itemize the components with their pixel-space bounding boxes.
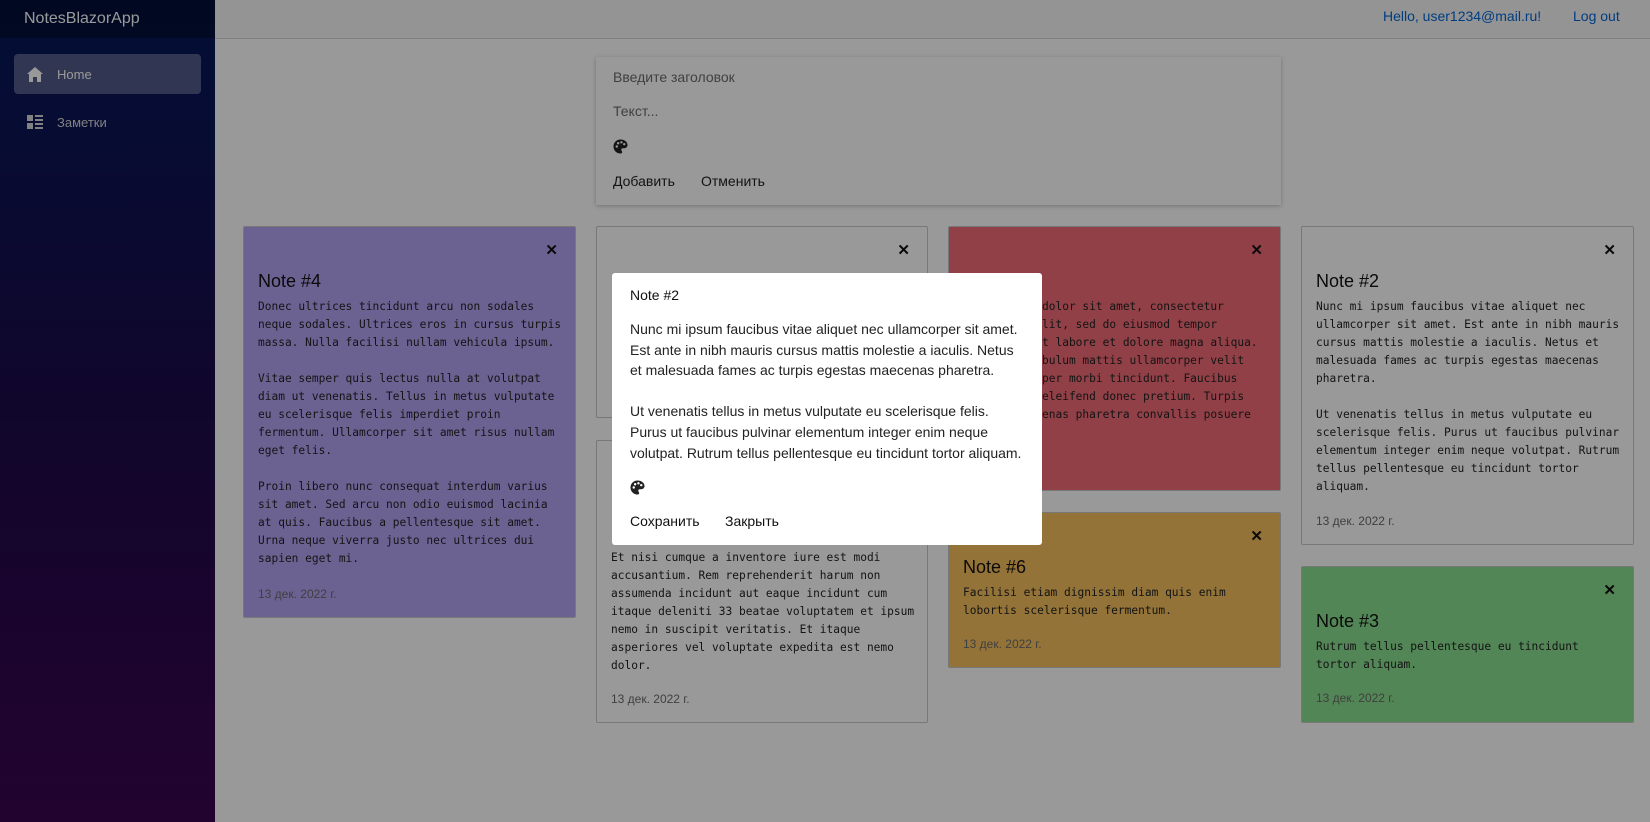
modal-title-input[interactable]: Note #2 — [630, 287, 679, 303]
save-button[interactable]: Сохранить — [630, 513, 700, 529]
modal-text-input[interactable]: Nunc mi ipsum faucibus vitae aliquet nec… — [630, 319, 1026, 463]
close-button[interactable]: Закрыть — [725, 513, 779, 529]
edit-note-modal: Note #2 Nunc mi ipsum faucibus vitae ali… — [612, 273, 1042, 545]
palette-icon[interactable] — [630, 480, 645, 500]
